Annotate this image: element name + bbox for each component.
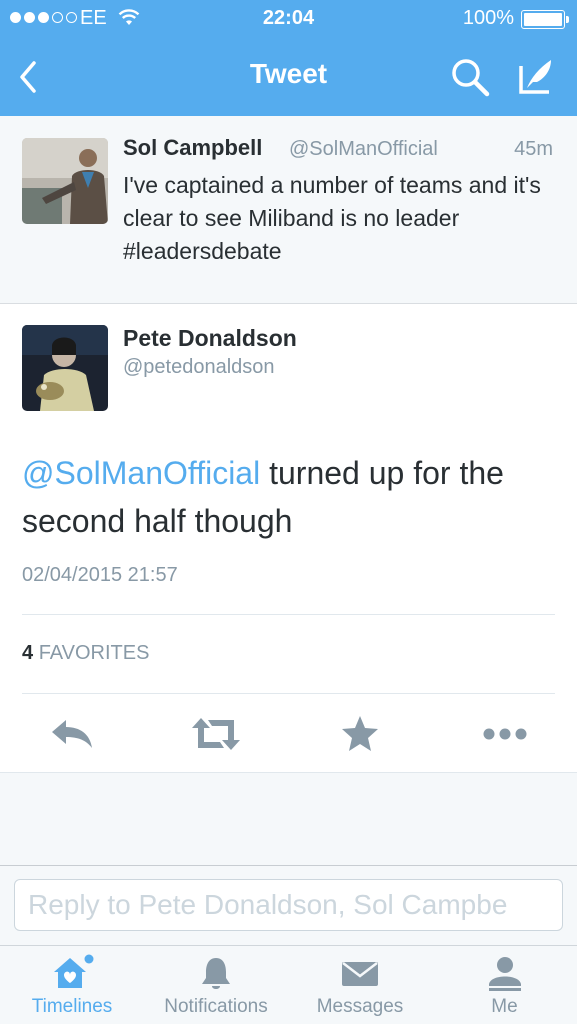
tab-label: Messages — [316, 996, 404, 1017]
reply-icon[interactable] — [48, 714, 96, 754]
mention-link[interactable]: @SolManOfficial — [22, 455, 260, 491]
compose-tweet-icon[interactable] — [515, 54, 559, 98]
status-bar: EE 22:04 100% — [0, 0, 577, 38]
avatar[interactable] — [22, 138, 108, 224]
parent-tweet[interactable]: Sol Campbell @SolManOfficial 45m I've ca… — [0, 116, 577, 304]
avatar[interactable] — [22, 325, 108, 411]
envelope-icon — [342, 962, 378, 986]
author-name[interactable]: Pete Donaldson — [123, 325, 297, 352]
retweet-icon[interactable] — [190, 714, 242, 754]
author-name[interactable]: Sol Campbell — [123, 135, 262, 161]
home-icon — [54, 954, 94, 988]
author-handle[interactable]: @SolManOfficial — [289, 138, 438, 161]
favorites-number: 4 — [22, 642, 34, 664]
content-background — [0, 772, 577, 865]
favorites-count[interactable]: 4 FAVORITES — [22, 642, 149, 665]
navigation-bar: Tweet — [0, 38, 577, 116]
battery-percent: 100% — [462, 7, 514, 29]
favorites-label: FAVORITES — [38, 642, 150, 664]
tweet-text: I've captained a number of teams and it'… — [123, 172, 541, 264]
top-bar: EE 22:04 100% Tweet — [0, 0, 577, 116]
tab-me[interactable]: Me — [432, 946, 577, 1024]
tweet-text: @SolManOfficial turned up for the second… — [22, 449, 562, 545]
tab-bar: Timelines Notifications Messages Me — [0, 945, 577, 1024]
battery-icon — [521, 10, 569, 29]
tab-notifications[interactable]: Notifications — [144, 946, 288, 1024]
tab-label: Notifications — [164, 996, 268, 1017]
favorite-star-icon[interactable] — [338, 714, 386, 754]
tab-label: Me — [491, 996, 518, 1017]
person-icon — [488, 957, 521, 991]
reply-bar — [0, 865, 577, 945]
tab-label: Timelines — [31, 996, 113, 1017]
tab-timelines[interactable]: Timelines — [0, 946, 144, 1024]
more-dots-icon[interactable] — [480, 714, 530, 754]
author-handle[interactable]: @petedonaldson — [123, 356, 275, 379]
reply-input[interactable] — [14, 879, 563, 931]
divider — [22, 614, 555, 615]
search-icon[interactable] — [449, 56, 491, 98]
tab-messages[interactable]: Messages — [288, 946, 432, 1024]
tweet-date: 02/04/2015 21:57 — [22, 564, 178, 586]
tweet-actions — [0, 706, 577, 766]
divider — [22, 693, 555, 694]
tweet-timestamp: 45m — [514, 138, 553, 160]
bell-icon — [202, 958, 230, 989]
